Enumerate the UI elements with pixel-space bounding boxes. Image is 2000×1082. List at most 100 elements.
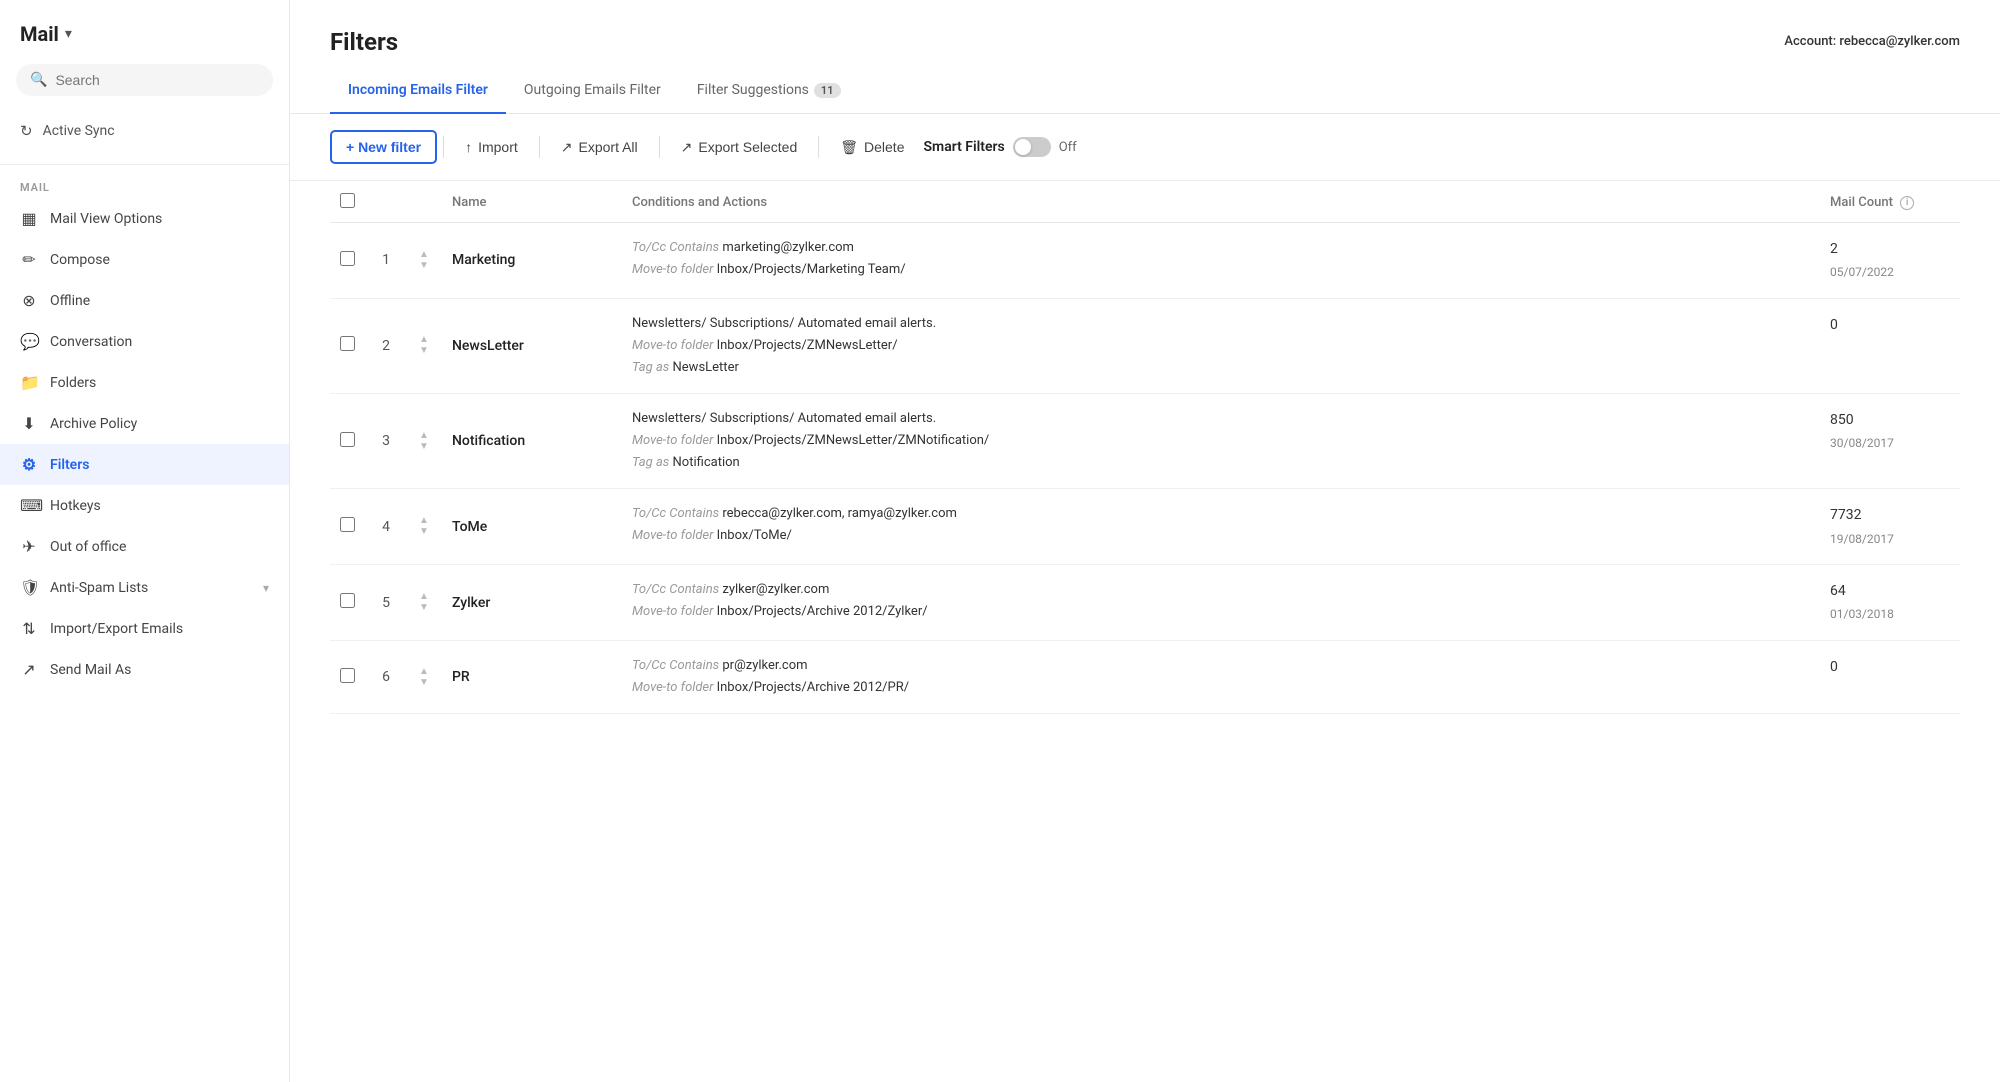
mail-count-date: 01/03/2018 bbox=[1830, 604, 1950, 626]
row-conditions: Newsletters/ Subscriptions/ Automated em… bbox=[622, 394, 1820, 489]
row-name: Marketing bbox=[442, 223, 622, 299]
table-row: 5▲▼ZylkerTo/Cc Contains zylker@zylker.co… bbox=[330, 565, 1960, 641]
sidebar-item-offline[interactable]: ⊗Offline bbox=[0, 280, 289, 321]
delete-label: Delete bbox=[864, 139, 904, 155]
mail-count-info-icon[interactable]: i bbox=[1900, 196, 1914, 210]
export-selected-icon: ↗ bbox=[681, 139, 693, 156]
smart-filters-toggle[interactable] bbox=[1013, 137, 1051, 157]
sort-arrows-icon[interactable]: ▲▼ bbox=[416, 431, 432, 452]
row-mail-count: 773219/08/2017 bbox=[1820, 489, 1960, 565]
sidebar: Mail ▾ 🔍 ↻ Active Sync MAIL ▦Mail View O… bbox=[0, 0, 290, 1082]
active-sync-item[interactable]: ↻ Active Sync bbox=[0, 112, 289, 150]
sidebar-item-anti-spam[interactable]: 🛡Anti-Spam Lists▾ bbox=[0, 567, 289, 608]
row-name: ToMe bbox=[442, 489, 622, 565]
export-selected-button[interactable]: ↗ Export Selected bbox=[666, 131, 813, 164]
condition-value: marketing@zylker.com bbox=[722, 240, 854, 255]
sidebar-item-import-export[interactable]: ⇅Import/Export Emails bbox=[0, 608, 289, 649]
out-of-office-icon: ✈ bbox=[20, 537, 38, 556]
sidebar-item-hotkeys[interactable]: ⌨Hotkeys bbox=[0, 485, 289, 526]
condition-label: To/Cc Contains bbox=[632, 240, 722, 255]
sidebar-item-label-archive-policy: Archive Policy bbox=[50, 416, 269, 432]
mail-count-number: 7732 bbox=[1830, 503, 1950, 528]
row-conditions: To/Cc Contains zylker@zylker.comMove-to … bbox=[622, 565, 1820, 641]
tab-suggestions[interactable]: Filter Suggestions11 bbox=[679, 72, 859, 114]
table-header: Name Conditions and Actions Mail Count i bbox=[330, 181, 1960, 223]
row-sort-cell: ▲▼ bbox=[406, 489, 442, 565]
tab-incoming[interactable]: Incoming Emails Filter bbox=[330, 72, 506, 114]
row-checkbox-3[interactable] bbox=[340, 432, 355, 447]
sidebar-item-archive-policy[interactable]: ⬇Archive Policy bbox=[0, 403, 289, 444]
chevron-right-icon: ▾ bbox=[263, 581, 269, 595]
sort-arrows-icon[interactable]: ▲▼ bbox=[416, 250, 432, 271]
delete-button[interactable]: 🗑 Delete bbox=[825, 131, 919, 164]
sort-arrows-icon[interactable]: ▲▼ bbox=[416, 516, 432, 537]
row-mail-count: 0 bbox=[1820, 298, 1960, 393]
row-mail-count: 6401/03/2018 bbox=[1820, 565, 1960, 641]
row-checkbox-cell bbox=[330, 640, 366, 713]
row-checkbox-1[interactable] bbox=[340, 251, 355, 266]
header-checkbox-col bbox=[330, 181, 366, 223]
sort-arrows-icon[interactable]: ▲▼ bbox=[416, 592, 432, 613]
row-name: Zylker bbox=[442, 565, 622, 641]
offline-icon: ⊗ bbox=[20, 291, 38, 310]
table-row: 6▲▼PRTo/Cc Contains pr@zylker.comMove-to… bbox=[330, 640, 1960, 713]
sidebar-item-compose[interactable]: ✏Compose bbox=[0, 239, 289, 280]
condition-value: NewsLetter bbox=[673, 360, 739, 375]
sidebar-divider-top bbox=[0, 164, 289, 165]
condition-value: Inbox/Projects/ZMNewsLetter/ bbox=[717, 338, 898, 353]
sync-label: Active Sync bbox=[43, 123, 115, 139]
sidebar-item-out-of-office[interactable]: ✈ Out of office bbox=[0, 526, 289, 567]
sidebar-item-label-out-of-office: Out of office bbox=[50, 539, 269, 555]
page-title: Filters bbox=[330, 28, 398, 56]
sort-arrows-icon[interactable]: ▲▼ bbox=[416, 335, 432, 356]
sidebar-title-area[interactable]: Mail ▾ bbox=[0, 0, 289, 56]
sidebar-item-folders[interactable]: 📁Folders bbox=[0, 362, 289, 403]
row-conditions: Newsletters/ Subscriptions/ Automated em… bbox=[622, 298, 1820, 393]
condition-label: To/Cc Contains bbox=[632, 582, 722, 597]
search-input[interactable] bbox=[55, 72, 259, 88]
sidebar-item-filters[interactable]: ⚙Filters bbox=[0, 444, 289, 485]
row-conditions: To/Cc Contains rebecca@zylker.com, ramya… bbox=[622, 489, 1820, 565]
mail-count-date: 30/08/2017 bbox=[1830, 433, 1950, 455]
import-button[interactable]: ↑ Import bbox=[450, 131, 533, 163]
app-title: Mail bbox=[20, 22, 59, 46]
row-checkbox-5[interactable] bbox=[340, 593, 355, 608]
sidebar-item-label-hotkeys: Hotkeys bbox=[50, 498, 269, 514]
export-all-button[interactable]: ↗ Export All bbox=[546, 131, 653, 164]
row-checkbox-6[interactable] bbox=[340, 668, 355, 683]
sidebar-section-mail: MAIL bbox=[0, 173, 289, 198]
tab-outgoing[interactable]: Outgoing Emails Filter bbox=[506, 72, 679, 114]
toggle-state-label: Off bbox=[1059, 140, 1077, 155]
sidebar-nav: ▦Mail View Options✏Compose⊗Offline💬Conve… bbox=[0, 198, 289, 690]
row-checkbox-4[interactable] bbox=[340, 517, 355, 532]
sidebar-item-conversation[interactable]: 💬Conversation bbox=[0, 321, 289, 362]
sidebar-item-label-send-mail-as: Send Mail As bbox=[50, 662, 269, 678]
row-sort-cell: ▲▼ bbox=[406, 298, 442, 393]
import-icon: ↑ bbox=[465, 139, 472, 155]
row-name: Notification bbox=[442, 394, 622, 489]
row-checkbox-cell bbox=[330, 223, 366, 299]
row-checkbox-2[interactable] bbox=[340, 336, 355, 351]
toolbar: + New filter ↑ Import ↗ Export All ↗ Exp… bbox=[290, 114, 2000, 181]
condition-value: Inbox/Projects/ZMNewsLetter/ZMNotificati… bbox=[717, 433, 990, 448]
condition-label: Tag as bbox=[632, 455, 673, 470]
sidebar-item-mail-view-options[interactable]: ▦Mail View Options bbox=[0, 198, 289, 239]
mail-count-date: 05/07/2022 bbox=[1830, 262, 1950, 284]
condition-label: Move-to folder bbox=[632, 433, 717, 448]
row-sort-cell: ▲▼ bbox=[406, 394, 442, 489]
condition-value: pr@zylker.com bbox=[722, 658, 807, 673]
select-all-checkbox[interactable] bbox=[340, 193, 355, 208]
row-number: 4 bbox=[366, 489, 406, 565]
search-container[interactable]: 🔍 bbox=[16, 64, 273, 96]
condition-label: Move-to folder bbox=[632, 680, 717, 695]
condition-label: Move-to folder bbox=[632, 604, 717, 619]
sort-arrows-icon[interactable]: ▲▼ bbox=[416, 667, 432, 688]
mail-count-number: 850 bbox=[1830, 408, 1950, 433]
sidebar-item-label-filters: Filters bbox=[50, 457, 269, 473]
main-content: Filters Account: rebecca@zylker.com Inco… bbox=[290, 0, 2000, 1082]
sidebar-item-send-mail-as[interactable]: ↗Send Mail As bbox=[0, 649, 289, 690]
row-checkbox-cell bbox=[330, 565, 366, 641]
row-number: 6 bbox=[366, 640, 406, 713]
new-filter-button[interactable]: + New filter bbox=[330, 130, 437, 164]
row-mail-count: 85030/08/2017 bbox=[1820, 394, 1960, 489]
